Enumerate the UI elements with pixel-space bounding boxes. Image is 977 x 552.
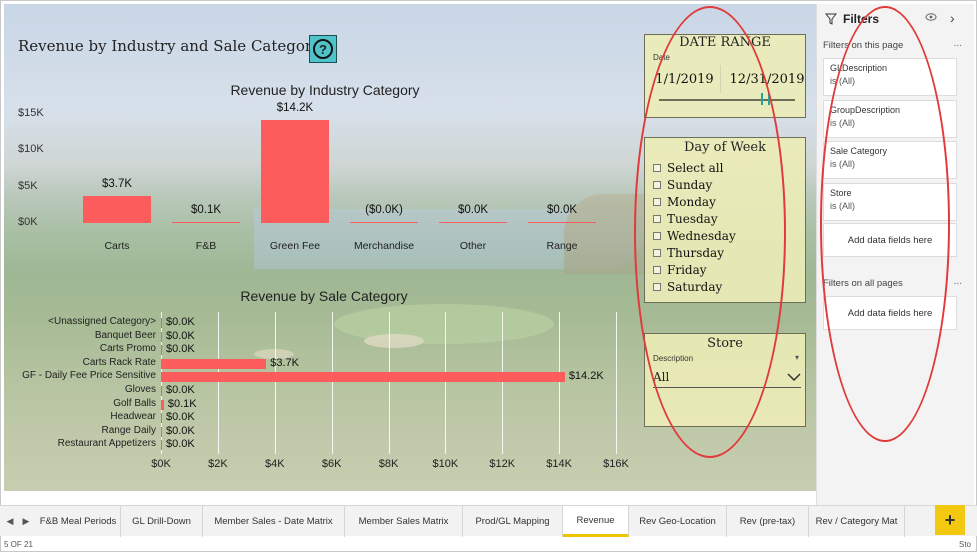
industry-bar[interactable] [350,222,418,223]
page-tab[interactable]: Rev (pre-tax) [727,506,809,537]
tab-next-arrow[interactable]: ▶ [18,506,34,537]
x-axis-tick: $4K [264,458,285,470]
sale-category-label: <Unassigned Category> [48,316,156,327]
x-gridline [217,312,219,454]
sale-category-label: Headwear [110,411,156,423]
collapse-pane-icon[interactable]: › [950,10,955,26]
page-tab[interactable]: Rev Geo-Location [629,506,727,537]
sale-category-label: Restaurant Appetizers [57,438,156,450]
sale-bar[interactable] [161,372,565,383]
status-right-text: Sto [958,540,971,549]
sale-data-label: $0.1K [167,397,197,410]
x-gridline [331,312,333,454]
x-gridline [502,312,504,454]
sale-data-label: $0.0K [166,343,195,356]
page-tab-bar: ◀ ▶ F&B Meal Periods GL Drill-Down Member … [0,505,977,537]
industry-data-label: ($0.0K) [365,204,403,216]
industry-category-label: Range [546,240,578,252]
industry-data-label: $14.2K [276,101,314,114]
page-tab[interactable]: F&B Meal Periods [36,506,121,537]
x-gridline [559,312,561,454]
industry-data-label: $0.1K [190,204,222,216]
annotation-oval-filters [820,6,950,442]
industry-chart-title: Revenue by Industry Category [230,82,420,98]
sale-bar[interactable] [161,399,164,410]
industry-bar[interactable] [261,119,329,223]
x-gridline [388,312,390,454]
industry-category-label: Merchandise [353,240,415,252]
sale-data-label: $0.0K [166,424,195,437]
industry-data-label: $0.0K [546,204,578,216]
x-gridline [274,312,276,454]
sale-category-label: Golf Balls [113,397,156,409]
sale-bar[interactable] [161,318,162,328]
page-tab[interactable]: Member Sales Matrix [345,506,463,537]
chevron-down-icon: ▾ [794,353,799,362]
chevron-down-icon [787,370,801,384]
page-tab[interactable]: GL Drill-Down [121,506,203,537]
page-counter: 5 OF 21 [4,540,33,549]
page-tab[interactable]: Prod/GL Mapping [463,506,563,537]
sale-bar[interactable] [161,426,162,437]
industry-data-label: $0.0K [457,204,489,216]
sale-bar[interactable] [161,345,162,356]
sale-data-label: $0.0K [166,411,195,424]
page-tab[interactable]: Rev / Category Mat [809,506,905,537]
industry-bar[interactable] [172,222,240,223]
industry-category-label: F&B [195,240,217,252]
filter-icon [825,13,837,25]
sale-data-label: $0.0K [166,384,195,396]
x-axis-tick: $16K [603,458,629,470]
sale-category-label: Carts Promo [99,343,156,355]
background-bunker [364,334,424,348]
question-circle-icon: ? [313,39,333,59]
sale-data-label: $14.2K [568,370,604,383]
sale-bar[interactable] [161,331,162,342]
x-gridline [616,312,617,454]
sale-category-label: Carts Rack Rate [82,356,156,368]
add-page-button[interactable]: + [935,505,965,535]
more-options-icon[interactable]: ... [954,276,962,287]
industry-bar[interactable] [528,222,596,223]
x-axis-tick: $12K [489,458,516,470]
page-tab[interactable]: Revenue [563,506,629,537]
sale-category-label: Banquet Beer [94,329,156,341]
industry-bar[interactable] [439,222,507,223]
status-bar: 5 OF 21 Sto [0,537,977,552]
sale-chart-title: Revenue by Sale Category [240,288,408,304]
sale-bar[interactable] [161,413,162,424]
x-axis-tick: $2K [208,458,228,470]
sale-category-label: Gloves [124,384,156,395]
x-axis-tick: $6K [321,458,342,470]
industry-category-label: Green Fee [269,240,321,252]
x-axis-tick: $8K [378,458,399,470]
industry-category-label: Other [459,240,487,252]
sale-data-label: $0.0K [166,438,195,451]
page-tab[interactable]: Member Sales - Date Matrix [203,506,345,537]
help-button[interactable]: ? [309,35,337,63]
x-axis-tick: $14K [546,458,572,470]
sale-category-label: Range Daily [101,424,156,436]
sale-data-label: $0.0K [166,316,195,328]
x-axis-tick: $10K [432,458,459,470]
sale-category-label: GF - Daily Fee Price Sensitive [22,370,156,382]
tab-prev-arrow[interactable]: ◀ [2,506,18,537]
sale-category-labels: <Unassigned Category> Banquet Beer Carts P… [4,4,156,484]
more-options-icon[interactable]: ... [954,38,962,49]
sale-bar[interactable] [161,440,162,451]
sale-bar[interactable] [161,386,162,396]
sale-data-label: $0.0K [166,329,195,342]
x-gridline [445,312,447,454]
annotation-oval-slicers [634,6,786,458]
sale-data-label: $3.7K [270,356,299,369]
sale-bar[interactable] [161,358,267,369]
eye-icon[interactable] [925,12,937,25]
